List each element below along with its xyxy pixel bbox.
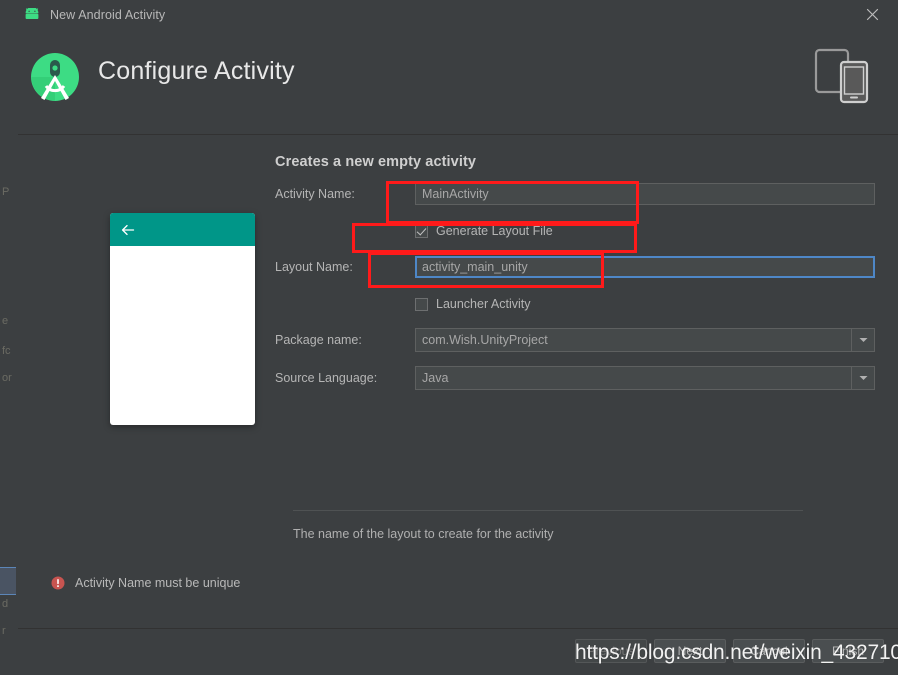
close-icon[interactable] bbox=[854, 0, 890, 29]
launcher-activity-checkbox[interactable] bbox=[415, 297, 428, 311]
next-button[interactable]: Next bbox=[654, 639, 726, 663]
new-android-activity-dialog: P e fc or d r New Android Activity Confi… bbox=[0, 0, 898, 675]
dialog-body: Creates a new empty activity Activity Na… bbox=[18, 135, 898, 628]
generate-layout-label: Generate Layout File bbox=[436, 224, 553, 238]
source-language-value: Java bbox=[422, 371, 449, 385]
launcher-activity-label: Launcher Activity bbox=[436, 297, 531, 311]
launcher-activity-row: Launcher Activity bbox=[275, 293, 875, 315]
footer-button-group: Previous Next Cancel Finish bbox=[575, 639, 884, 663]
background-window-edge: P e fc or d r bbox=[0, 0, 19, 675]
chevron-down-icon[interactable] bbox=[851, 329, 874, 351]
package-name-value: com.Wish.UnityProject bbox=[422, 333, 548, 347]
dialog-titlebar: New Android Activity bbox=[18, 0, 898, 30]
package-name-row: Package name: com.Wish.UnityProject bbox=[275, 328, 875, 352]
source-language-combobox[interactable]: Java bbox=[415, 366, 875, 390]
layout-name-label: Layout Name: bbox=[275, 260, 353, 274]
background-text-fragment: fc bbox=[2, 345, 11, 357]
error-circle-icon bbox=[51, 576, 65, 590]
validation-error: Activity Name must be unique bbox=[51, 576, 240, 590]
background-text-fragment: r bbox=[2, 625, 6, 637]
package-name-label: Package name: bbox=[275, 333, 362, 347]
activity-name-label: Activity Name: bbox=[275, 187, 355, 201]
cancel-button[interactable]: Cancel bbox=[733, 639, 805, 663]
source-language-row: Source Language: Java bbox=[275, 366, 875, 390]
previous-button[interactable]: Previous bbox=[575, 639, 647, 663]
source-language-label: Source Language: bbox=[275, 371, 378, 385]
android-robot-icon bbox=[23, 6, 41, 24]
generate-layout-checkbox[interactable] bbox=[415, 224, 428, 238]
android-studio-logo-icon bbox=[29, 51, 81, 105]
package-name-combobox[interactable]: com.Wish.UnityProject bbox=[415, 328, 875, 352]
dialog-title: New Android Activity bbox=[50, 7, 166, 22]
activity-name-input[interactable] bbox=[415, 183, 875, 205]
activity-preview-thumbnail bbox=[110, 213, 255, 425]
activity-config-form: Creates a new empty activity Activity Na… bbox=[275, 154, 875, 404]
page-title: Configure Activity bbox=[98, 57, 295, 85]
layout-name-input[interactable] bbox=[415, 256, 875, 278]
preview-appbar bbox=[110, 213, 255, 246]
chevron-down-icon[interactable] bbox=[851, 367, 874, 389]
error-message: Activity Name must be unique bbox=[75, 576, 241, 590]
background-text-fragment: P bbox=[2, 186, 10, 198]
form-section-title: Creates a new empty activity bbox=[275, 154, 477, 170]
activity-name-row: Activity Name: bbox=[275, 182, 875, 206]
form-divider bbox=[293, 510, 803, 511]
field-help-text: The name of the layout to create for the… bbox=[293, 527, 554, 541]
tablet-and-phone-icon bbox=[813, 46, 875, 106]
dialog-header: Configure Activity bbox=[18, 29, 898, 135]
background-text-fragment: or bbox=[2, 372, 12, 384]
background-text-fragment: d bbox=[2, 598, 9, 610]
background-selection-strip bbox=[0, 567, 16, 595]
dialog-footer: Previous Next Cancel Finish bbox=[18, 628, 898, 675]
back-arrow-icon bbox=[120, 222, 136, 238]
background-text-fragment: e bbox=[2, 315, 9, 327]
generate-layout-row: Generate Layout File bbox=[275, 220, 875, 242]
finish-button[interactable]: Finish bbox=[812, 639, 884, 663]
layout-name-row: Layout Name: bbox=[275, 255, 875, 279]
